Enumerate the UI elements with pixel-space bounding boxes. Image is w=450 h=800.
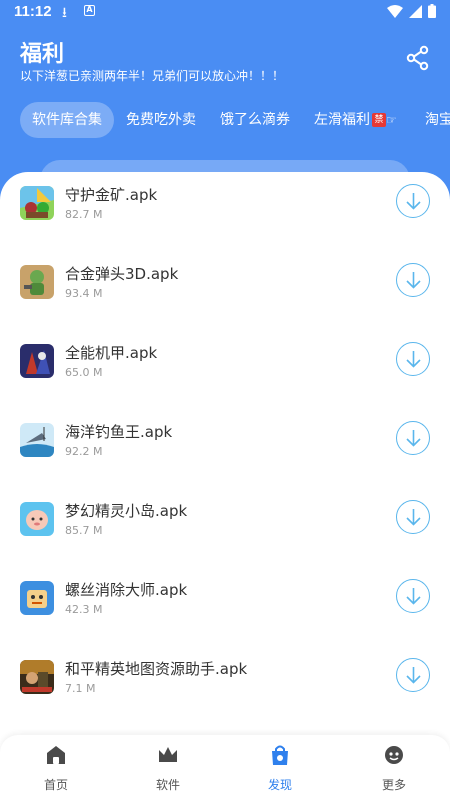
app-name: 和平精英地图资源助手.apk [65, 660, 248, 678]
app-size: 92.2 M [65, 445, 103, 458]
tab-eleme-coupons[interactable]: 饿了么滴券 [220, 102, 290, 138]
crown-icon [159, 747, 177, 762]
mecha-icon [20, 344, 54, 378]
bag-icon [272, 745, 288, 765]
nav-home[interactable]: 首页 [16, 735, 96, 800]
status-time: 11:12 [14, 3, 52, 20]
tab-free-takeout[interactable]: 免费吃外卖 [126, 102, 196, 138]
app-size: 65.0 M [65, 366, 103, 379]
metal-slug-icon [20, 265, 54, 299]
list-item[interactable]: 全能机甲.apk 65.0 M [0, 342, 450, 423]
nav-discover[interactable]: 发现 [240, 735, 320, 800]
forbidden-badge: 禁 [372, 113, 386, 127]
download-button[interactable] [396, 342, 430, 376]
nav-more[interactable]: 更多 [354, 735, 434, 800]
status-bar: 11:12 ⭳ A [0, 0, 450, 26]
page-title: 福利 [20, 42, 65, 67]
download-arrow-icon [406, 430, 421, 447]
nav-label: 发现 [267, 778, 292, 792]
bottom-navigation: 首页 软件 发现 更多 [0, 735, 450, 800]
signal-icon [409, 4, 422, 18]
app-size: 93.4 M [65, 287, 103, 300]
list-item[interactable]: 合金弹头3D.apk 93.4 M [0, 263, 450, 344]
app-name: 全能机甲.apk [65, 344, 158, 362]
app-name: 合金弹头3D.apk [65, 265, 179, 283]
download-arrow-icon [406, 667, 421, 684]
list-item[interactable]: 和平精英地图资源助手.apk 7.1 M [0, 658, 450, 739]
accessibility-status-icon: A [84, 5, 95, 16]
more-icon [385, 746, 403, 764]
share-button[interactable] [404, 44, 432, 72]
battery-icon [428, 4, 436, 18]
download-button[interactable] [396, 184, 430, 218]
download-arrow-icon [406, 351, 421, 368]
page-subtitle: 以下洋葱已亲测两年半！兄弟们可以放心冲！！！ [20, 69, 285, 83]
download-arrow-icon [406, 193, 421, 210]
app-list-card: 守护金矿.apk 82.7 M 合金弹头3D.apk 93.4 M 全能机甲.a… [0, 172, 450, 800]
download-button[interactable] [396, 500, 430, 534]
app-name: 守护金矿.apk [65, 186, 158, 204]
guard-gold-mine-icon [20, 186, 54, 220]
category-tabs: 软件库合集 免费吃外卖 饿了么滴券 左滑福利禁 ☞ 淘宝 [0, 102, 450, 140]
download-button[interactable] [396, 263, 430, 297]
app-name: 螺丝消除大师.apk [65, 581, 188, 599]
list-item[interactable]: 海洋钓鱼王.apk 92.2 M [0, 421, 450, 502]
share-icon [406, 45, 429, 71]
pointing-hand-icon: ☞ [386, 113, 397, 127]
fishing-icon [20, 423, 54, 457]
download-arrow-icon [406, 509, 421, 526]
app-name: 海洋钓鱼王.apk [65, 423, 173, 441]
download-status-icon: ⭳ [62, 5, 67, 21]
app-size: 85.7 M [65, 524, 103, 537]
screw-master-icon [20, 581, 54, 615]
tab-swipe-welfare[interactable]: 左滑福利禁 ☞ [314, 102, 397, 138]
list-item[interactable]: 梦幻精灵小岛.apk 85.7 M [0, 500, 450, 581]
list-item[interactable]: 守护金矿.apk 82.7 M [0, 184, 450, 265]
download-arrow-icon [406, 272, 421, 289]
tab-taobao[interactable]: 淘宝 [425, 102, 450, 138]
nav-label: 首页 [43, 778, 68, 792]
list-item[interactable]: 螺丝消除大师.apk 42.3 M [0, 579, 450, 660]
wifi-icon [387, 4, 403, 18]
nav-software[interactable]: 软件 [128, 735, 208, 800]
home-icon [47, 746, 65, 764]
sprite-island-icon [20, 502, 54, 536]
download-button[interactable] [396, 421, 430, 455]
download-button[interactable] [396, 658, 430, 692]
app-size: 7.1 M [65, 682, 96, 695]
app-name: 梦幻精灵小岛.apk [65, 502, 188, 520]
status-indicators [387, 4, 436, 18]
app-size: 82.7 M [65, 208, 103, 221]
app-size: 42.3 M [65, 603, 103, 616]
nav-label: 更多 [381, 778, 406, 792]
tab-software-collection[interactable]: 软件库合集 [20, 102, 114, 138]
download-arrow-icon [406, 588, 421, 605]
download-button[interactable] [396, 579, 430, 613]
pubg-map-icon [20, 660, 54, 694]
nav-label: 软件 [155, 778, 180, 792]
